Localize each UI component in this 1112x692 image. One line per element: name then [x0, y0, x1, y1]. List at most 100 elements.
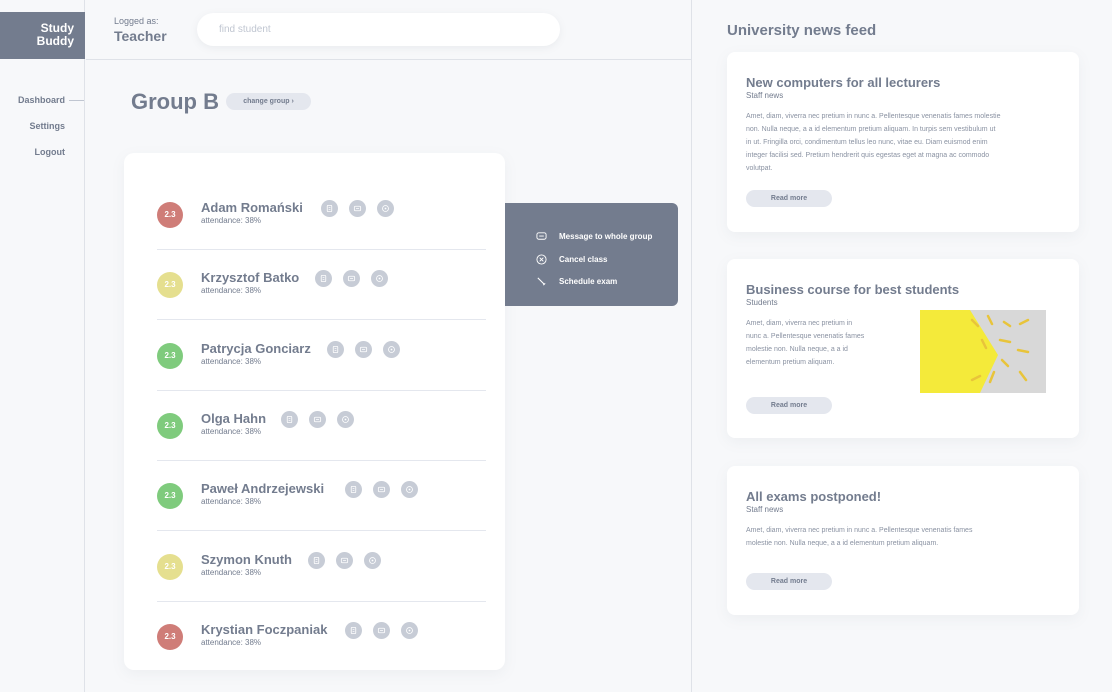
details-icon[interactable]: [345, 481, 362, 499]
news-body: Amet, diam, viverra nec pretium in nunc …: [746, 110, 1000, 175]
page-title: Group B: [131, 89, 219, 114]
options-icon[interactable]: [371, 270, 388, 288]
menu-item-label: Message to whole group: [559, 231, 653, 241]
pencil-icon: [537, 276, 546, 286]
student-name[interactable]: Krzysztof Batko: [201, 270, 299, 285]
news-body-line: molestie non. Nulla neque, a a id: [746, 346, 848, 353]
menu-item-label: Schedule exam: [559, 276, 618, 286]
student-actions: [345, 621, 418, 639]
news-body-line: Amet, diam, viverra nec pretium in nunc …: [746, 527, 973, 534]
student-attendance: attendance: 38%: [201, 216, 262, 225]
details-icon[interactable]: [327, 340, 344, 358]
news-card: New computers for all lecturers Staff ne…: [727, 52, 1079, 232]
paperclips-image: [920, 310, 1046, 393]
student-row: 2.3 Paweł Andrzejewski attendance: 38%: [157, 461, 486, 532]
news-body-line: Amet, diam, viverra nec pretium in: [746, 320, 853, 327]
news-category: Staff news: [746, 91, 784, 100]
change-group-button[interactable]: change group ›: [226, 93, 311, 110]
search-input[interactable]: [197, 13, 560, 46]
student-attendance: attendance: 38%: [201, 286, 262, 296]
news-body-line: molestie non. Nulla neque, a a id elemen…: [746, 540, 939, 547]
student-actions: [308, 551, 381, 569]
news-heading: University news feed: [727, 22, 877, 39]
grade-average-badge: 2.3: [157, 272, 183, 299]
app-logo[interactable]: Study Buddy: [0, 12, 85, 59]
news-card: Business course for best students Studen…: [727, 259, 1079, 438]
student-attendance: attendance: 38%: [201, 567, 262, 577]
student-actions: [315, 270, 388, 288]
grade-average-badge: 2.3: [157, 553, 183, 580]
student-actions: [327, 340, 400, 358]
options-icon[interactable]: [401, 481, 418, 499]
student-name[interactable]: Szymon Knuth: [201, 552, 292, 567]
details-icon[interactable]: [345, 621, 362, 639]
news-body-line: in ut. Fringilla orci, condimentum tellu…: [746, 139, 988, 146]
student-attendance: attendance: 38%: [201, 637, 262, 647]
student-attendance: attendance: 38%: [201, 497, 262, 507]
details-icon[interactable]: [321, 200, 338, 217]
user-role: Teacher: [114, 28, 167, 44]
news-title: All exams postponed!: [746, 489, 882, 504]
options-icon[interactable]: [364, 551, 381, 569]
menu-item-cancel-class[interactable]: Cancel class: [536, 252, 607, 266]
message-icon: [536, 231, 547, 240]
grade-average-badge: 2.3: [157, 342, 183, 369]
news-body-line: integer facilisi sed. Pretium hendrerit …: [746, 152, 990, 159]
news-body: Amet, diam, viverra nec pretium in nunc …: [746, 317, 864, 369]
message-icon[interactable]: [336, 551, 353, 569]
student-name[interactable]: Patrycja Gonciarz: [201, 341, 311, 356]
news-image: [920, 310, 1046, 393]
news-card: All exams postponed! Staff news Amet, di…: [727, 466, 1079, 615]
news-body-line: nunc a. Pellentesque venenatis fames: [746, 333, 865, 340]
read-more-button[interactable]: Read more: [746, 397, 832, 414]
message-icon[interactable]: [349, 200, 366, 217]
student-row: 2.3 Olga Hahn attendance: 38%: [157, 391, 486, 461]
details-icon[interactable]: [315, 270, 332, 288]
news-body-line: elementum pretium aliquam.: [746, 359, 835, 366]
student-row: 2.3 Krystian Foczpaniak attendance: 38%: [157, 602, 486, 672]
student-name[interactable]: Olga Hahn: [201, 411, 266, 426]
student-actions: [321, 200, 394, 217]
grade-average-badge: 2.3: [157, 412, 183, 439]
cancel-icon: [536, 253, 547, 265]
message-icon[interactable]: [373, 621, 390, 639]
sidebar: Study Buddy Dashboard Settings Logout: [0, 0, 85, 692]
student-name[interactable]: Paweł Andrzejewski: [201, 481, 324, 496]
student-attendance: attendance: 38%: [201, 426, 262, 436]
menu-item-message-group[interactable]: Message to whole group: [536, 229, 652, 243]
news-title: Business course for best students: [746, 282, 960, 297]
student-actions: [345, 481, 418, 499]
student-attendance: attendance: 38%: [201, 356, 262, 366]
options-icon[interactable]: [401, 621, 418, 639]
menu-item-schedule-exam[interactable]: Schedule exam: [536, 274, 617, 288]
read-more-button[interactable]: Read more: [746, 190, 832, 207]
options-icon[interactable]: [383, 340, 400, 358]
news-title: New computers for all lecturers: [746, 75, 941, 90]
details-icon[interactable]: [281, 410, 298, 428]
details-icon[interactable]: [308, 551, 325, 569]
read-more-button[interactable]: Read more: [746, 573, 832, 590]
news-feed: University news feed New computers for a…: [691, 0, 1112, 692]
options-icon[interactable]: [377, 200, 394, 217]
news-body: Amet, diam, viverra nec pretium in nunc …: [746, 524, 972, 550]
message-icon[interactable]: [343, 270, 360, 288]
logged-as-label: Logged as:: [114, 16, 159, 26]
student-name[interactable]: Adam Romański: [201, 200, 303, 215]
student-row: 2.3 Patrycja Gonciarz attendance: 38%: [157, 321, 486, 391]
student-actions: [281, 410, 354, 428]
grade-average-badge: 2.3: [157, 623, 183, 650]
message-icon[interactable]: [309, 410, 326, 428]
student-row: 2.3 Adam Romański attendance: 38%: [157, 180, 486, 250]
message-icon[interactable]: [373, 481, 390, 499]
student-name[interactable]: Krystian Foczpaniak: [201, 622, 327, 637]
group-actions-menu: Message to whole group Cancel class Sche…: [505, 203, 678, 306]
sidebar-item-dashboard[interactable]: Dashboard: [18, 95, 85, 121]
logo-line-2: Buddy: [36, 34, 74, 48]
message-icon[interactable]: [355, 340, 372, 358]
news-body-line: volutpat.: [746, 165, 773, 172]
sidebar-item-settings[interactable]: Settings: [18, 121, 65, 147]
options-icon[interactable]: [337, 410, 354, 428]
grade-average-badge: 2.3: [157, 202, 183, 228]
sidebar-item-logout[interactable]: Logout: [18, 147, 66, 173]
top-header: Logged as: Teacher: [86, 0, 691, 60]
